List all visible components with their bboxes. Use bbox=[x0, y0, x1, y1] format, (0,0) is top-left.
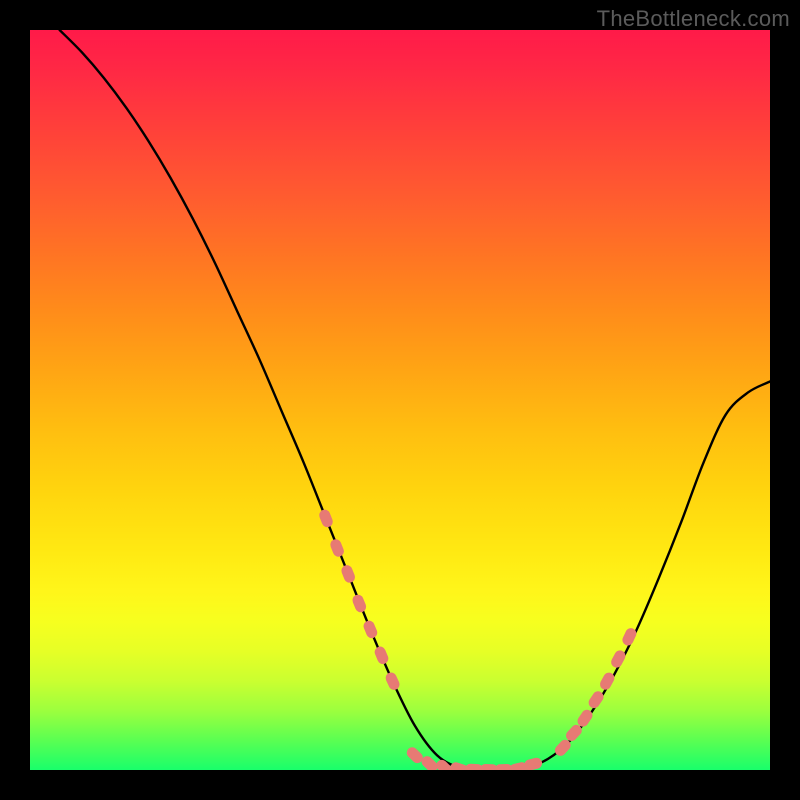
curve-marker bbox=[564, 723, 584, 744]
plot-area bbox=[30, 30, 770, 770]
curve-marker bbox=[609, 648, 627, 669]
curve-marker bbox=[434, 758, 455, 770]
curve-marker bbox=[598, 671, 616, 692]
curve-marker bbox=[523, 757, 543, 770]
curve-marker bbox=[362, 619, 379, 640]
curve-marker bbox=[553, 737, 573, 758]
curve-marker bbox=[621, 626, 639, 647]
curve-marker bbox=[419, 754, 440, 770]
curve-marker bbox=[351, 593, 368, 614]
curve-marker bbox=[318, 508, 335, 529]
curve-marker bbox=[480, 764, 499, 770]
curve-marker bbox=[373, 645, 390, 666]
curve-overlay bbox=[30, 30, 770, 770]
curve-marker bbox=[465, 763, 484, 770]
bottleneck-curve bbox=[60, 30, 770, 770]
curve-marker bbox=[575, 708, 594, 729]
watermark-text: TheBottleneck.com bbox=[597, 6, 790, 32]
curve-marker bbox=[587, 689, 606, 710]
curve-marker bbox=[449, 761, 470, 770]
chart-stage: TheBottleneck.com bbox=[0, 0, 800, 800]
curve-marker bbox=[494, 764, 513, 770]
curve-marker bbox=[404, 745, 425, 765]
curve-marker bbox=[384, 671, 402, 692]
curve-marker bbox=[340, 564, 357, 585]
curve-marker bbox=[508, 761, 528, 770]
curve-marker bbox=[329, 538, 346, 559]
